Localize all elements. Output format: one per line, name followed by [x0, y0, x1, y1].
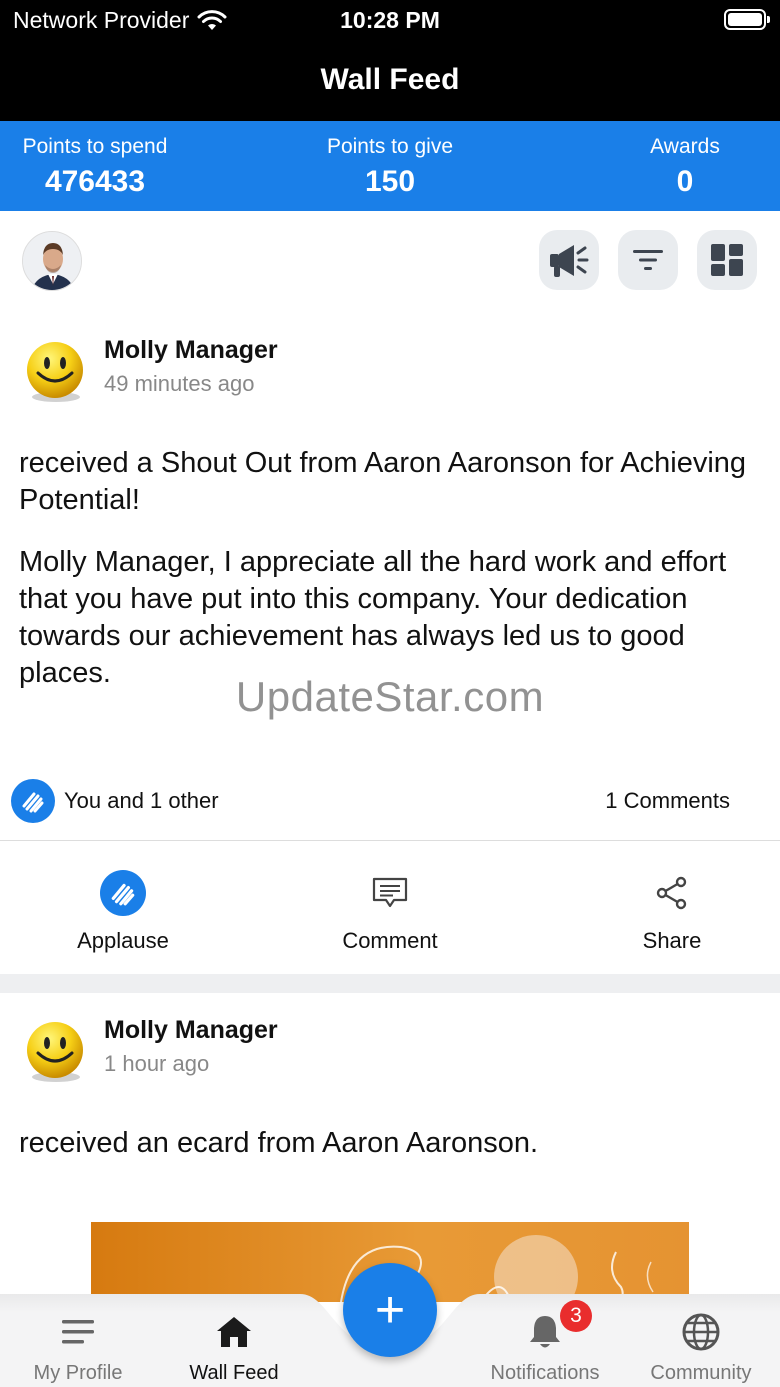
post-time: 49 minutes ago — [104, 371, 255, 396]
filter-icon — [633, 250, 663, 270]
applause-count[interactable]: You and 1 other — [64, 788, 219, 814]
comment-label: Comment — [342, 928, 438, 953]
post-divider — [0, 974, 780, 993]
feed-toolbar — [0, 211, 780, 309]
nav-notifications-label: Notifications — [490, 1362, 600, 1384]
clap-icon — [11, 779, 55, 823]
comment-icon — [372, 877, 408, 908]
plus-icon: + — [374, 1281, 406, 1339]
grid-icon — [711, 244, 743, 276]
bell-icon — [530, 1316, 560, 1348]
awards-label: Awards — [650, 135, 720, 158]
notifications-badge: 3 — [560, 1300, 592, 1332]
post-headline: received an ecard from Aaron Aaronson. — [19, 1127, 539, 1159]
applause-label: Applause — [77, 928, 169, 953]
post-message: Molly Manager, I appreciate all the hard… — [19, 546, 727, 689]
avatar[interactable] — [22, 231, 82, 291]
battery-icon — [724, 9, 770, 30]
nav-notifications[interactable]: Notifications — [467, 1294, 623, 1387]
awards-value: 0 — [676, 165, 694, 198]
menu-icon — [62, 1320, 94, 1344]
points-to-spend[interactable]: Points to spend 476433 — [10, 135, 180, 199]
points-to-spend-label: Points to spend — [22, 135, 168, 158]
nav-wall-feed-label: Wall Feed — [189, 1362, 279, 1384]
megaphone-icon — [550, 245, 589, 277]
awards[interactable]: Awards 0 — [620, 135, 750, 199]
nav-community[interactable]: Community — [623, 1294, 779, 1387]
add-post-button[interactable]: + — [343, 1263, 437, 1357]
nav-community-label: Community — [650, 1362, 752, 1384]
shout-out-button[interactable] — [539, 230, 599, 290]
smiley-avatar[interactable] — [23, 339, 87, 403]
points-to-give-label: Points to give — [326, 135, 454, 158]
status-bar: Network Provider 10:28 PM — [0, 0, 780, 44]
comments-count[interactable]: 1 Comments — [605, 788, 730, 814]
nav-my-profile-label: My Profile — [33, 1362, 123, 1384]
nav-my-profile[interactable]: My Profile — [0, 1294, 156, 1387]
post-headline: received a Shout Out from Aaron Aaronson… — [19, 447, 747, 516]
post-author[interactable]: Molly Manager — [104, 336, 278, 365]
globe-icon — [682, 1313, 720, 1351]
page-title: Wall Feed — [320, 63, 460, 96]
comment-button[interactable]: Comment — [320, 868, 460, 954]
points-to-give-value: 150 — [364, 165, 416, 198]
share-label: Share — [642, 928, 702, 953]
applause-button[interactable]: Applause — [53, 868, 193, 954]
watermark: UpdateStar.com — [235, 673, 545, 720]
clock: 10:28 PM — [340, 7, 440, 33]
smiley-avatar[interactable] — [23, 1019, 87, 1083]
post-actions: Applause Comment Share — [0, 842, 780, 974]
layout-button[interactable] — [697, 230, 757, 290]
points-bar: Points to spend 476433 Points to give 15… — [0, 121, 780, 211]
app-header: Wall Feed — [0, 44, 780, 121]
filter-button[interactable] — [618, 230, 678, 290]
home-icon — [217, 1317, 251, 1347]
reaction-summary: You and 1 other 1 Comments — [0, 775, 780, 841]
post-time: 1 hour ago — [104, 1051, 210, 1076]
post-author[interactable]: Molly Manager — [104, 1016, 278, 1045]
points-to-spend-value: 476433 — [44, 165, 146, 198]
share-button[interactable]: Share — [602, 868, 742, 954]
clap-icon — [100, 870, 146, 916]
nav-wall-feed[interactable]: Wall Feed — [156, 1294, 312, 1387]
points-to-give[interactable]: Points to give 150 — [305, 135, 475, 199]
share-icon — [656, 876, 687, 910]
